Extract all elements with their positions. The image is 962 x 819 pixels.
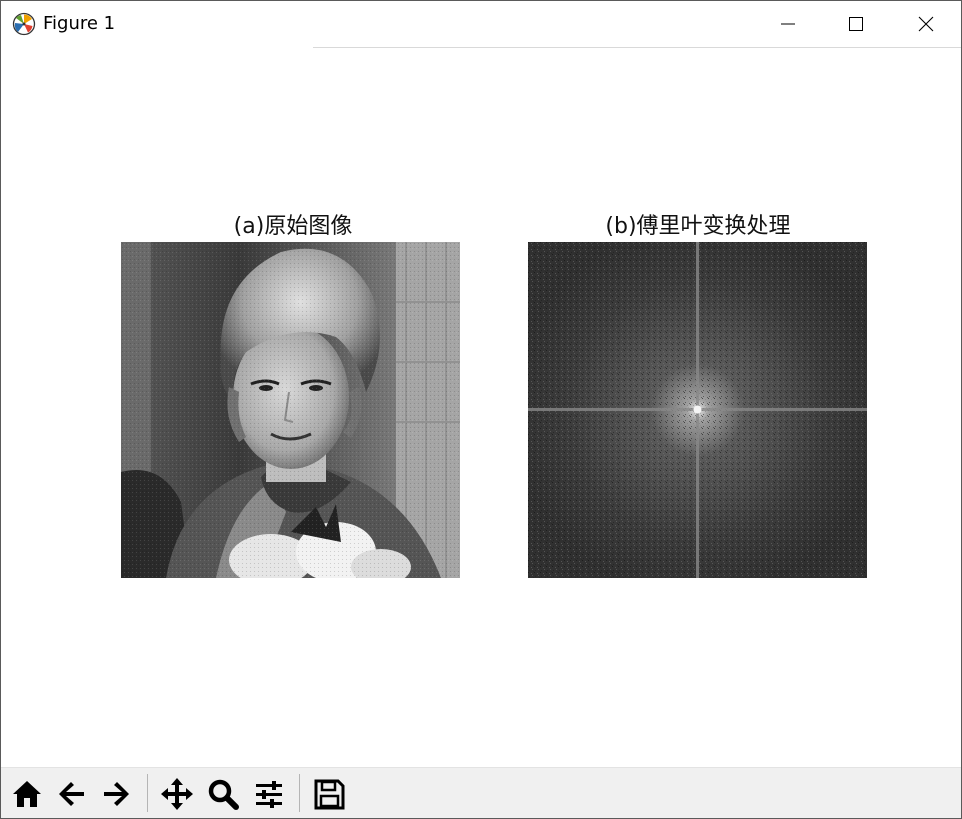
- configure-subplots-icon: [252, 777, 286, 811]
- figure-canvas[interactable]: (a)原始图像 (b)傅里叶变换处理: [1, 48, 961, 767]
- window-title: Figure 1: [43, 13, 116, 34]
- zoom-icon: [206, 777, 240, 811]
- pan-icon: [159, 776, 195, 812]
- fourier-spectrum-image: [528, 242, 867, 578]
- figure-window: Figure 1 (a)原始图像 (b)傅里叶变换处理: [0, 0, 962, 819]
- matplotlib-icon: [12, 12, 36, 36]
- save-icon: [312, 777, 346, 811]
- forward-button[interactable]: [97, 773, 137, 815]
- toolbar-separator: [299, 774, 300, 812]
- home-button[interactable]: [7, 773, 47, 815]
- close-icon: [918, 16, 934, 32]
- minimize-button[interactable]: [753, 1, 823, 47]
- title-bar[interactable]: Figure 1: [1, 1, 961, 47]
- panel-b-title: (b)傅里叶变换处理: [605, 214, 791, 239]
- toolbar-separator: [147, 774, 148, 812]
- maximize-icon: [848, 16, 864, 32]
- maximize-button[interactable]: [821, 1, 891, 47]
- pan-button[interactable]: [157, 773, 197, 815]
- navigation-toolbar: [1, 767, 961, 818]
- original-image: [121, 242, 460, 578]
- back-icon: [54, 777, 88, 811]
- save-button[interactable]: [309, 773, 349, 815]
- back-button[interactable]: [51, 773, 91, 815]
- zoom-button[interactable]: [203, 773, 243, 815]
- minimize-icon: [780, 16, 796, 32]
- home-icon: [10, 777, 44, 811]
- close-button[interactable]: [891, 1, 961, 47]
- forward-icon: [100, 777, 134, 811]
- configure-subplots-button[interactable]: [249, 773, 289, 815]
- panel-a-title: (a)原始图像: [233, 214, 353, 239]
